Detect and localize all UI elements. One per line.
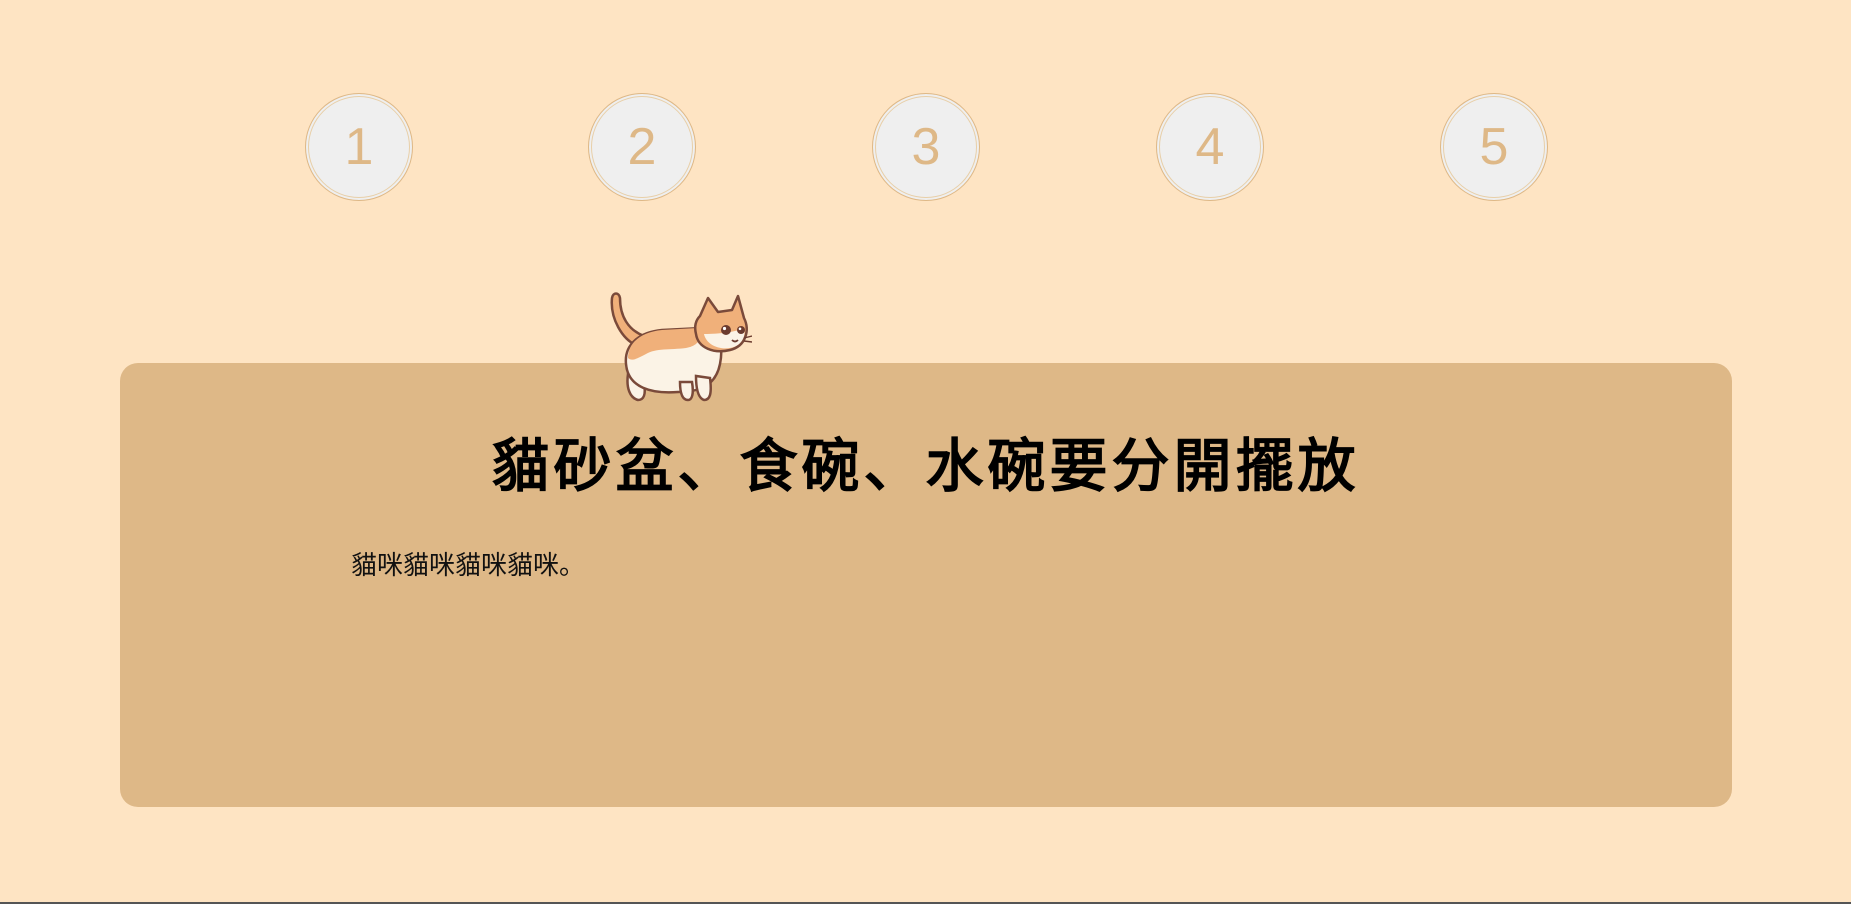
- step-1-button[interactable]: 1: [305, 93, 413, 201]
- step-number: 1: [344, 118, 374, 176]
- step-4-button[interactable]: 4: [1156, 93, 1264, 201]
- card-text: 貓咪貓咪貓咪貓咪。: [351, 551, 586, 581]
- step-2-button[interactable]: 2: [588, 93, 696, 201]
- step-3-button[interactable]: 3: [872, 93, 980, 201]
- cat-icon: [610, 292, 752, 402]
- step-number: 2: [627, 118, 657, 176]
- step-5-button[interactable]: 5: [1440, 93, 1548, 201]
- content-card: [120, 363, 1732, 807]
- step-number: 4: [1195, 118, 1225, 176]
- step-number: 3: [911, 118, 941, 176]
- step-navigation: 1 2 3 4 5: [0, 0, 1851, 240]
- card-title: 貓砂盆、食碗、水碗要分開擺放: [491, 432, 1360, 500]
- page: 1 2 3 4 5 貓砂盆、食碗、水碗要分開擺放 貓咪貓咪貓咪貓咪。: [0, 0, 1851, 904]
- step-number: 5: [1479, 118, 1509, 176]
